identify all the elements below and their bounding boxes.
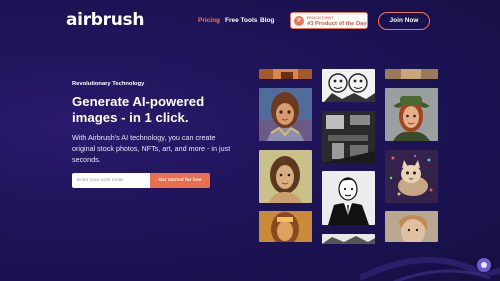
airbrush-logo[interactable]: airbrush (66, 10, 144, 30)
nav-link-free-tools[interactable]: Free Tools (225, 17, 257, 24)
gallery-image-dark-cabin-interior (322, 111, 375, 163)
gallery-image-golden-portrait-woman (259, 150, 312, 203)
hero-eyebrow: Revolutionary Technology (72, 81, 145, 87)
nav-link-pricing[interactable]: Pricing (198, 17, 220, 24)
hero-subtext: With Airbrush's AI technology, you can c… (72, 133, 231, 164)
gallery-image-bw-portrait-man-in-suit (322, 171, 375, 225)
gallery-image-woman-in-green-hat (385, 88, 438, 141)
nav-link-blog[interactable]: Blog (260, 17, 274, 24)
gallery-image-comic-sketch-faces (322, 69, 375, 102)
decorative-swirl (360, 257, 500, 281)
gallery-image-partial-portrait-top-left (259, 69, 312, 79)
chat-icon[interactable] (477, 258, 491, 272)
badge-small-label: PRODUCT HUNT (307, 15, 334, 20)
chat-icon-dot (481, 262, 487, 268)
join-now-button[interactable]: Join Now (378, 12, 430, 30)
gallery-image-faded-sketch-bottom-left (259, 211, 312, 242)
gallery-image-cat-with-confetti (385, 150, 438, 203)
get-started-button[interactable]: Get started for free (150, 173, 210, 188)
hero-headline: Generate AI-powered images - in 1 click. (72, 94, 205, 125)
page: airbrush Pricing Free Tools Blog P PRODU… (0, 0, 500, 281)
product-hunt-badge[interactable]: P PRODUCT HUNT #3 Product of the Day (290, 12, 368, 29)
gallery-image-animated-warrior-woman (259, 88, 312, 141)
badge-main-label: #3 Product of the Day (307, 20, 367, 27)
email-input[interactable] (72, 173, 150, 188)
product-hunt-icon: P (294, 16, 304, 26)
gallery-image-partial-portrait-top-right (385, 69, 438, 79)
